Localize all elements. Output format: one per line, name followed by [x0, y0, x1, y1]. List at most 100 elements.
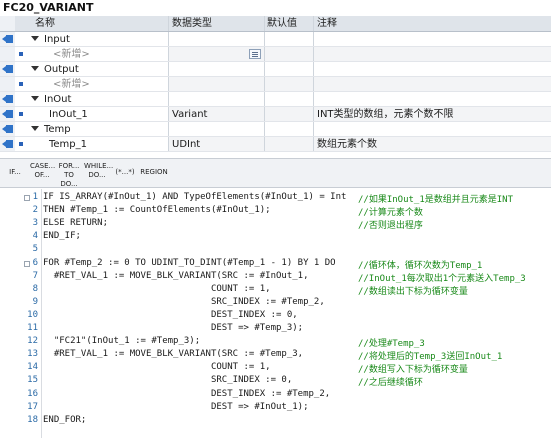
table-row[interactable]: <新增> — [0, 77, 551, 92]
default-cell[interactable] — [265, 32, 314, 46]
toolbar-button-sublabel: DO... — [88, 171, 106, 179]
section-row-input[interactable]: Input — [0, 32, 551, 47]
parameter-name[interactable]: InOut_1 — [29, 107, 169, 121]
line-number: 11 — [27, 323, 38, 333]
collapse-caret-icon[interactable] — [31, 126, 39, 131]
code-line[interactable]: THEN #Temp_1 := CountOfElements(#InOut_1… — [43, 205, 271, 215]
section-name[interactable]: Temp — [29, 122, 169, 136]
table-row[interactable]: InOut_1 Variant INT类型的数组，元素个数不限 — [0, 107, 551, 122]
type-cell[interactable] — [169, 77, 265, 91]
collapse-caret-icon[interactable] — [31, 66, 39, 71]
code-line[interactable]: "FC21"(InOut_1 := #Temp_3); — [43, 336, 200, 346]
collapse-caret-icon[interactable] — [31, 96, 39, 101]
type-cell[interactable] — [169, 92, 265, 106]
section-row-temp[interactable]: Temp — [0, 122, 551, 137]
type-cell[interactable] — [169, 122, 265, 136]
comment-cell[interactable] — [314, 32, 551, 46]
code-line[interactable]: COUNT := 1, — [43, 362, 271, 372]
section-row-inout[interactable]: InOut — [0, 92, 551, 107]
toolbar-button-label: FOR... — [58, 162, 80, 170]
table-row[interactable]: Temp_1 UDInt 数组元素个数 — [0, 137, 551, 152]
section-label: Output — [44, 64, 79, 75]
header-gutter — [0, 16, 15, 31]
code-line[interactable]: SRC_INDEX := 0, — [43, 375, 292, 385]
code-line[interactable]: DEST_INDEX := 0, — [43, 310, 298, 320]
code-line[interactable]: IF IS_ARRAY(#InOut_1) AND TypeOfElements… — [43, 192, 346, 202]
line-number: 10 — [27, 309, 38, 320]
section-label: Input — [44, 34, 70, 45]
comment-cell[interactable] — [314, 92, 551, 106]
type-cell[interactable]: Variant — [169, 107, 265, 121]
code-line[interactable]: COUNT := 1, — [43, 284, 271, 294]
column-header-name[interactable]: 名称 — [29, 16, 169, 31]
code-comment: //计算元素个数 — [358, 208, 423, 219]
parameter-name[interactable]: Temp_1 — [29, 137, 169, 151]
code-editor[interactable]: 1 IF IS_ARRAY(#InOut_1) AND TypeOfElement… — [0, 189, 551, 438]
line-number: 17 — [27, 401, 38, 412]
toolbar-button-for[interactable]: FOR... TO DO... — [57, 162, 81, 188]
row-gutter — [0, 107, 15, 121]
toolbar-button-while[interactable]: WHILE... DO... — [84, 162, 113, 184]
fold-toggle-icon[interactable] — [24, 195, 30, 201]
toolbar-button-case[interactable]: CASE... OF... — [30, 162, 55, 184]
code-line[interactable]: FOR #Temp_2 := 0 TO UDINT_TO_DINT(#Temp_… — [43, 258, 336, 268]
code-line[interactable]: #RET_VAL_1 := MOVE_BLK_VARIANT(SRC := #T… — [43, 349, 303, 359]
comment-cell[interactable] — [314, 62, 551, 76]
comment-cell[interactable] — [314, 122, 551, 136]
code-line[interactable]: END_IF; — [43, 231, 81, 241]
line-number: 7 — [32, 270, 38, 281]
header-mark — [15, 16, 29, 31]
toolbar-button-if[interactable]: IF... — [4, 162, 26, 190]
section-name[interactable]: Input — [29, 32, 169, 46]
code-line[interactable]: DEST_INDEX := #Temp_2, — [43, 389, 330, 399]
comment-cell[interactable]: 数组元素个数 — [314, 137, 551, 151]
code-line[interactable]: DEST => #InOut_1); — [43, 402, 309, 412]
toolbar-button-sublabel: OF... — [34, 171, 50, 179]
code-comment: //循环体，循环次数为Temp_1 — [358, 260, 483, 271]
comment-cell[interactable]: INT类型的数组，元素个数不限 — [314, 107, 551, 121]
type-cell[interactable] — [169, 47, 265, 61]
row-mark — [15, 32, 29, 46]
code-line[interactable]: #RET_VAL_1 := MOVE_BLK_VARIANT(SRC := #I… — [43, 271, 309, 281]
toolbar-button-region[interactable]: REGION — [140, 162, 168, 190]
default-cell[interactable] — [265, 122, 314, 136]
type-cell[interactable] — [169, 62, 265, 76]
column-header-type[interactable]: 数据类型 — [169, 16, 265, 31]
section-row-output[interactable]: Output — [0, 62, 551, 77]
parameter-name[interactable]: <新增> — [29, 77, 169, 91]
fold-toggle-icon[interactable] — [24, 260, 30, 267]
code-line[interactable]: SRC_INDEX := #Temp_2, — [43, 297, 325, 307]
code-line[interactable]: DEST => #Temp_3); — [43, 323, 303, 333]
member-marker-icon — [19, 112, 23, 116]
row-gutter — [0, 137, 15, 151]
row-gutter — [0, 62, 15, 76]
default-cell[interactable] — [265, 107, 314, 121]
section-name[interactable]: Output — [29, 62, 169, 76]
default-cell[interactable] — [265, 137, 314, 151]
toolbar-button-[interactable]: (*...*) — [114, 162, 136, 190]
default-cell[interactable] — [265, 47, 314, 61]
section-name[interactable]: InOut — [29, 92, 169, 106]
member-marker-icon — [19, 82, 23, 86]
default-cell[interactable] — [265, 92, 314, 106]
type-cell[interactable] — [169, 32, 265, 46]
column-header-comment[interactable]: 注释 — [314, 16, 551, 31]
table-row[interactable]: <新增> — [0, 47, 551, 62]
line-number: 8 — [32, 283, 38, 294]
line-number: 13 — [27, 349, 38, 360]
column-header-default[interactable]: 默认值 — [265, 16, 314, 31]
parameter-name[interactable]: <新增> — [29, 47, 169, 61]
type-cell[interactable]: UDInt — [169, 137, 265, 151]
comment-cell[interactable] — [314, 47, 551, 61]
code-line[interactable]: END_FOR; — [43, 415, 86, 425]
line-number: 5 — [32, 244, 38, 255]
line-number: 18 — [27, 414, 38, 425]
type-picker-icon[interactable] — [249, 49, 261, 59]
default-cell[interactable] — [265, 77, 314, 91]
line-number: 3 — [32, 218, 38, 229]
comment-cell[interactable] — [314, 77, 551, 91]
collapse-caret-icon[interactable] — [31, 36, 39, 41]
default-cell[interactable] — [265, 62, 314, 76]
row-gutter — [0, 32, 15, 46]
code-line[interactable]: ELSE RETURN; — [43, 218, 108, 228]
